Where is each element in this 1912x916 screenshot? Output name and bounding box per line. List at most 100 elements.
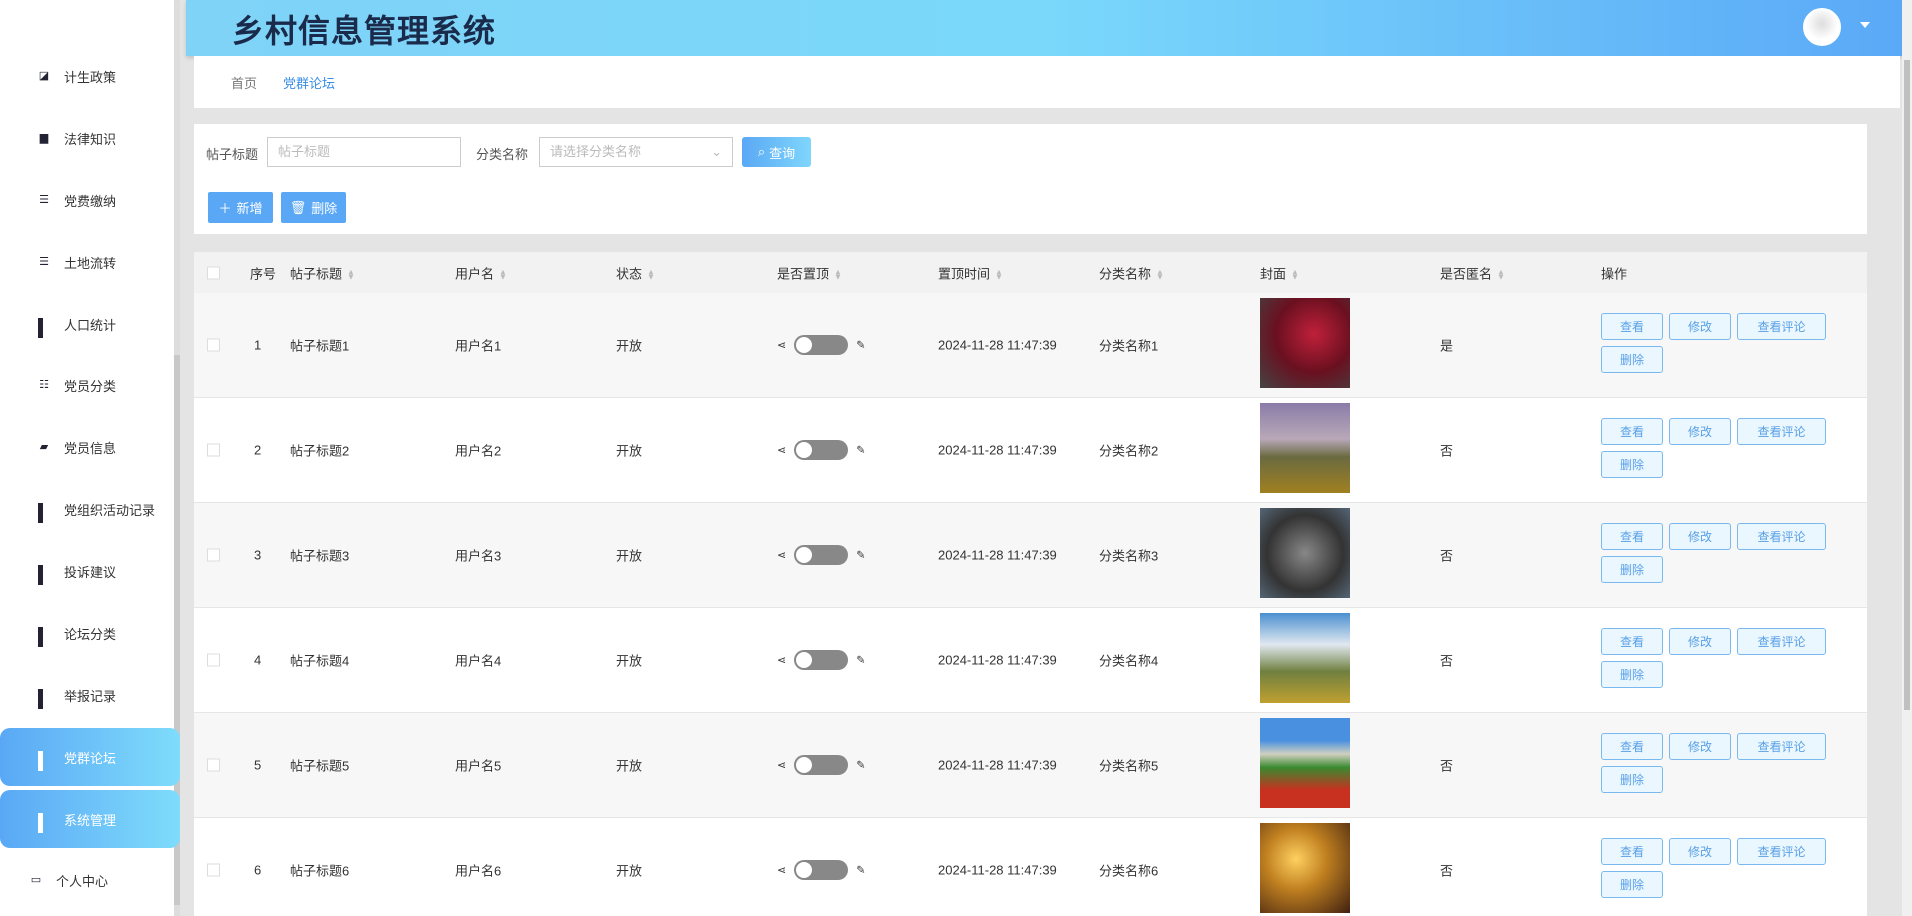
category: 分类名称5 xyxy=(1099,758,1159,774)
row-checkbox[interactable] xyxy=(207,338,220,352)
table-row: 6 帖子标题6 用户名6 开放 ⋖ ✎ 2024-11-28 11:47:39 分类名称6 否查… xyxy=(194,818,1867,916)
column-header[interactable]: 置顶时间 ▲ ▼ xyxy=(938,263,1003,282)
pencil-icon[interactable]: ✎ xyxy=(856,339,865,351)
view-button[interactable]: 查看 xyxy=(1601,313,1663,340)
view-button[interactable]: 查看 xyxy=(1601,628,1663,655)
column-header[interactable]: 用户名 ▲ ▼ xyxy=(455,263,507,282)
username: 用户名6 xyxy=(455,863,502,879)
pencil-icon[interactable]: ✎ xyxy=(856,549,865,561)
column-header[interactable]: 是否匿名 ▲ ▼ xyxy=(1440,263,1505,282)
pin-toggle[interactable] xyxy=(794,860,849,880)
view-button[interactable]: 查看 xyxy=(1601,838,1663,865)
trash-icon: 🗑 xyxy=(289,199,307,215)
sort-icon[interactable]: ▲ ▼ xyxy=(1497,268,1505,281)
sort-icon[interactable]: ▲ ▼ xyxy=(1291,268,1299,281)
breadcrumb-home[interactable]: 首页 xyxy=(231,73,257,92)
row-checkbox[interactable] xyxy=(207,758,220,772)
view-comments-button[interactable]: 查看评论 xyxy=(1737,733,1826,760)
add-label: 新增 xyxy=(236,201,263,216)
add-button[interactable]: ＋ 新增 xyxy=(208,192,273,223)
avatar[interactable] xyxy=(1803,8,1841,46)
sidebar-item-4[interactable]: 人口统计 xyxy=(0,295,180,353)
sidebar-item-10[interactable]: 举报记录 xyxy=(0,666,180,724)
sidebar-item-6[interactable]: ▰ 党员信息 xyxy=(0,418,180,476)
pin-toggle[interactable] xyxy=(794,650,849,670)
title-search-input[interactable]: 帖子标题 xyxy=(267,137,461,167)
pin-toggle[interactable] xyxy=(794,545,849,565)
edit-button[interactable]: 修改 xyxy=(1669,313,1731,340)
pencil-icon[interactable]: ✎ xyxy=(856,759,865,771)
edit-button[interactable]: 修改 xyxy=(1669,628,1731,655)
sidebar-item-1[interactable]: ▆ 法律知识 xyxy=(0,109,180,167)
view-comments-button[interactable]: 查看评论 xyxy=(1737,628,1826,655)
pencil-icon[interactable]: ✎ xyxy=(856,444,865,456)
row-checkbox[interactable] xyxy=(207,548,220,562)
category: 分类名称1 xyxy=(1099,338,1159,354)
pin-toggle[interactable] xyxy=(794,335,849,355)
category-select[interactable]: 请选择分类名称 ⌄ xyxy=(539,137,733,167)
row-checkbox[interactable] xyxy=(207,653,220,667)
view-comments-button[interactable]: 查看评论 xyxy=(1737,313,1826,340)
query-button[interactable]: ⌕ 查询 xyxy=(742,137,811,167)
sidebar-item-5[interactable]: ☷ 党员分类 xyxy=(0,356,180,414)
delete-row-button[interactable]: 删除 xyxy=(1601,451,1663,478)
column-header-label: 用户名 xyxy=(455,266,495,281)
select-all-checkbox[interactable] xyxy=(207,266,220,279)
view-button[interactable]: 查看 xyxy=(1601,418,1663,445)
pencil-icon[interactable]: ✎ xyxy=(856,864,865,876)
sidebar-item-0[interactable]: ◪ 计生政策 xyxy=(0,47,180,105)
view-comments-button[interactable]: 查看评论 xyxy=(1737,418,1826,445)
post-title: 帖子标题1 xyxy=(290,338,350,354)
grid-icon xyxy=(38,751,50,771)
delete-row-button[interactable]: 删除 xyxy=(1601,346,1663,373)
delete-button[interactable]: 🗑 删除 xyxy=(281,192,346,223)
delete-row-button[interactable]: 删除 xyxy=(1601,661,1663,688)
edit-button[interactable]: 修改 xyxy=(1669,733,1731,760)
anonymous: 否 xyxy=(1440,653,1454,669)
column-header[interactable]: 状态 ▲ ▼ xyxy=(616,263,655,282)
sidebar-item-11[interactable]: 党群论坛 xyxy=(0,728,180,786)
share-icon: ⋖ xyxy=(777,549,787,562)
edit-button[interactable]: 修改 xyxy=(1669,523,1731,550)
view-comments-button[interactable]: 查看评论 xyxy=(1737,838,1826,865)
category: 分类名称6 xyxy=(1099,863,1159,879)
column-header-label: 是否置顶 xyxy=(777,266,830,281)
sort-icon[interactable]: ▲ ▼ xyxy=(347,268,355,281)
sort-icon[interactable]: ▲ ▼ xyxy=(995,268,1003,281)
sidebar-item-2[interactable]: ☰ 党费缴纳 xyxy=(0,171,180,229)
sidebar-item-9[interactable]: 论坛分类 xyxy=(0,604,180,662)
row-checkbox[interactable] xyxy=(207,863,220,877)
column-header[interactable]: 分类名称 ▲ ▼ xyxy=(1099,263,1164,282)
column-header-label: 封面 xyxy=(1260,266,1287,281)
column-header[interactable]: 帖子标题 ▲ ▼ xyxy=(290,263,355,282)
anonymous: 否 xyxy=(1440,863,1454,879)
sort-icon[interactable]: ▲ ▼ xyxy=(834,268,842,281)
edit-button[interactable]: 修改 xyxy=(1669,418,1731,445)
delete-row-button[interactable]: 删除 xyxy=(1601,871,1663,898)
sidebar-item-label: 系统管理 xyxy=(64,812,117,828)
table-row: 2 帖子标题2 用户名2 开放 ⋖ ✎ 2024-11-28 11:47:39 分类名称2 否查… xyxy=(194,398,1867,503)
delete-row-button[interactable]: 删除 xyxy=(1601,766,1663,793)
sort-icon[interactable]: ▲ ▼ xyxy=(1156,268,1164,281)
sort-icon[interactable]: ▲ ▼ xyxy=(499,268,507,281)
edit-button[interactable]: 修改 xyxy=(1669,838,1731,865)
column-header[interactable]: 是否置顶 ▲ ▼ xyxy=(777,263,842,282)
view-button[interactable]: 查看 xyxy=(1601,523,1663,550)
sidebar-item-13[interactable]: ▭ 个人中心 xyxy=(0,851,180,909)
pencil-icon[interactable]: ✎ xyxy=(856,654,865,666)
view-comments-button[interactable]: 查看评论 xyxy=(1737,523,1826,550)
chevron-down-icon[interactable] xyxy=(1860,22,1870,33)
pin-toggle[interactable] xyxy=(794,755,849,775)
view-button[interactable]: 查看 xyxy=(1601,733,1663,760)
title-label: 帖子标题 xyxy=(206,147,259,162)
pin-toggle[interactable] xyxy=(794,440,849,460)
sidebar-item-8[interactable]: 投诉建议 xyxy=(0,542,180,600)
delete-row-button[interactable]: 删除 xyxy=(1601,556,1663,583)
page-scrollbar[interactable] xyxy=(1902,0,1912,916)
column-header[interactable]: 封面 ▲ ▼ xyxy=(1260,263,1299,282)
sort-icon[interactable]: ▲ ▼ xyxy=(647,268,655,281)
sidebar-item-7[interactable]: 党组织活动记录 xyxy=(0,480,180,538)
sidebar-item-12[interactable]: 系统管理 xyxy=(0,790,180,848)
sidebar-item-3[interactable]: ☰ 土地流转 xyxy=(0,233,180,291)
row-checkbox[interactable] xyxy=(207,443,220,457)
